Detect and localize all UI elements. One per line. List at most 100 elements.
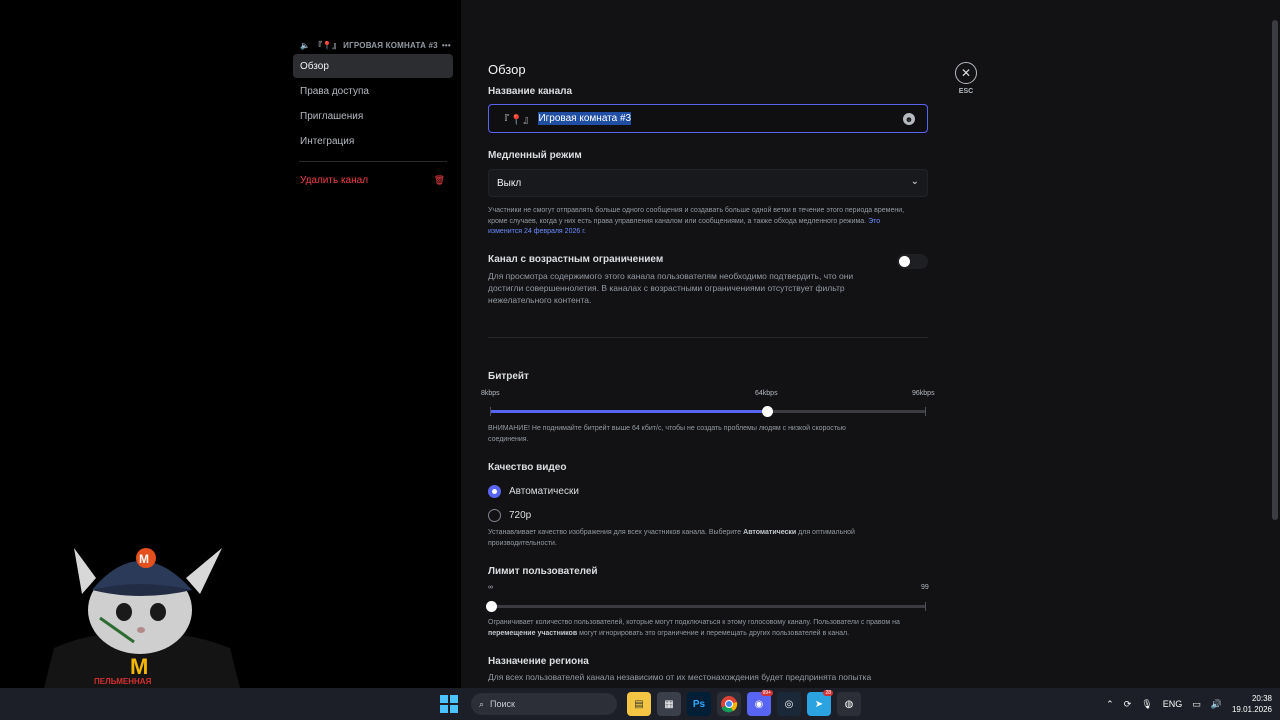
sidebar-item-label: Приглашения <box>300 110 364 122</box>
file-explorer-icon[interactable]: ▤ <box>627 692 651 716</box>
channel-name-value: Игровая комната #3 <box>538 112 632 125</box>
channel-name-label: Название канала <box>488 86 573 97</box>
chrome-logo <box>721 696 738 713</box>
user-limit-slider[interactable] <box>486 597 928 617</box>
channel-name-prefix: 『📍』 <box>499 115 535 126</box>
sidebar-item-invites[interactable]: Приглашения <box>293 104 453 128</box>
slowmode-help-text: Участники не смогут отправлять больше од… <box>488 207 905 225</box>
channel-name-input[interactable]: 『📍』 Игровая комната #3 ☻ <box>488 104 928 133</box>
volume-icon[interactable]: 🔊 <box>1211 699 1222 710</box>
clock[interactable]: 20:38 19.01.2026 <box>1232 693 1272 715</box>
sidebar-item-overview[interactable]: Обзор <box>293 54 453 78</box>
channel-header: 🔈 『📍』 ИГРОВАЯ КОМНАТА #3 ••• <box>300 40 453 50</box>
video-quality-auto-option[interactable]: Автоматически <box>488 485 579 498</box>
video-quality-label: Качество видео <box>488 462 567 473</box>
clock-date: 19.01.2026 <box>1231 705 1272 714</box>
bitrate-label: Битрейт <box>488 371 529 382</box>
search-icon: ⌕ <box>479 698 485 709</box>
mcdonalds-logo: M <box>130 654 148 679</box>
windows-taskbar: ⌕ Поиск ▤ ▦ Ps ◉ 99+ ◎ ➤ 28 ◍ ⌃ ⟳ 🎙 ENG ▭ … <box>0 688 1280 720</box>
video-quality-help: Устанавливает качество изображения для в… <box>488 528 898 549</box>
esc-label: ESC <box>958 88 974 95</box>
discord-window: — ☐ ✕ 🔈 『📍』 ИГРОВАЯ КОМНАТА #3 ••• Обзор… <box>0 0 1280 688</box>
chevron-up-icon[interactable]: ⌃ <box>1106 699 1114 710</box>
delete-channel-button[interactable]: Удалить канал 🗑 <box>293 168 453 192</box>
user-limit-help-bold: перемещение участников <box>488 629 578 637</box>
windows-icon <box>440 695 458 713</box>
slowmode-value: Выкл <box>497 177 522 189</box>
video-quality-720-label: 720p <box>509 510 532 521</box>
slider-tick-end <box>925 602 926 611</box>
cat-left-ear <box>74 548 96 594</box>
microphone-icon[interactable]: 🎙 <box>1141 699 1152 710</box>
cat-right-eye <box>150 603 166 621</box>
user-limit-help-tail: могут игнорировать это ограничение и пер… <box>577 629 850 637</box>
photoshop-icon[interactable]: Ps <box>687 692 711 716</box>
telegram-badge: 28 <box>823 690 833 696</box>
sidebar-item-permissions[interactable]: Права доступа <box>293 79 453 103</box>
bitrate-help: ВНИМАНИЕ! Не поднимайте битрейт выше 64 … <box>488 425 846 443</box>
toggle-knob <box>899 256 910 267</box>
bitrate-slider[interactable] <box>488 402 928 422</box>
discord-badge: 99+ <box>760 690 773 696</box>
channel-header-label: 『📍』 ИГРОВАЯ КОМНАТА #3 <box>314 40 438 50</box>
sidebar-item-integrations[interactable]: Интеграция <box>293 129 453 153</box>
language-indicator[interactable]: ENG <box>1163 699 1183 709</box>
slowmode-label: Медленный режим <box>488 150 582 161</box>
slider-fill <box>490 410 768 413</box>
more-icon: ••• <box>441 40 451 50</box>
radio-checked-icon <box>488 485 501 498</box>
chrome-icon[interactable] <box>717 692 741 716</box>
user-limit-max-label: 99 <box>921 584 929 591</box>
telegram-icon[interactable]: ➤ 28 <box>807 690 833 716</box>
cat-right-ear <box>186 548 222 594</box>
sidebar-item-label: Интеграция <box>300 135 355 147</box>
slowmode-select[interactable]: Выкл ⌄ <box>488 169 928 197</box>
network-icon[interactable]: ▭ <box>1192 699 1201 710</box>
cat-left-eye <box>116 603 132 621</box>
bitrate-min-label: 8kbps <box>481 390 500 397</box>
close-icon[interactable]: ✕ <box>955 62 977 84</box>
sync-icon[interactable]: ⟳ <box>1124 699 1132 710</box>
sidebar-divider <box>299 161 447 162</box>
discord-icon[interactable]: ◉ 99+ <box>747 690 773 716</box>
video-quality-auto-label: Автоматически <box>509 486 579 497</box>
user-limit-min-label: ∞ <box>488 584 493 591</box>
section-divider <box>488 337 928 338</box>
trash-icon: 🗑 <box>433 174 445 185</box>
slider-track <box>490 605 926 608</box>
cat-nose <box>137 627 145 633</box>
delete-channel-label: Удалить канал <box>300 174 369 186</box>
scrollbar[interactable] <box>1272 20 1278 520</box>
user-limit-help-text: Ограничивает количество пользователей, к… <box>488 619 900 626</box>
start-button[interactable] <box>437 692 461 716</box>
search-placeholder: Поиск <box>490 699 515 709</box>
radio-unchecked-icon <box>488 509 501 522</box>
region-label: Назначение региона <box>488 656 589 667</box>
store-icon[interactable]: ▦ <box>657 692 681 716</box>
age-restricted-desc: Для просмотра содержимого этого канала п… <box>488 271 854 305</box>
cap-logo-letter: M <box>139 552 149 566</box>
obs-icon[interactable]: ◍ <box>837 692 861 716</box>
emoji-picker-icon[interactable]: ☻ <box>903 113 915 125</box>
video-quality-help-bold: Автоматически <box>743 529 797 536</box>
cat-streamer-overlay: ПЕЛЬМЕННАЯ M M <box>44 548 240 688</box>
system-tray: ⌃ ⟳ 🎙 ENG ▭ 🔊 20:38 19.01.2026 <box>1106 688 1272 720</box>
clock-time: 20:38 <box>1251 694 1272 703</box>
age-restricted-toggle[interactable] <box>897 254 928 269</box>
slider-tick-start <box>490 407 491 416</box>
video-quality-720-option[interactable]: 720p <box>488 509 531 522</box>
slider-thumb[interactable] <box>486 601 497 612</box>
taskbar-search[interactable]: ⌕ Поиск <box>471 693 617 715</box>
chevron-down-icon: ⌄ <box>910 176 919 187</box>
slider-thumb[interactable] <box>762 406 774 417</box>
user-limit-help: Ограничивает количество пользователей, к… <box>488 618 908 639</box>
steam-icon[interactable]: ◎ <box>777 692 801 716</box>
close-settings[interactable]: ✕ ESC <box>955 62 977 95</box>
speaker-icon: 🔈 <box>300 40 311 50</box>
slowmode-help: Участники не смогут отправлять больше од… <box>488 206 908 238</box>
video-quality-help-text: Устанавливает качество изображения для в… <box>488 529 744 536</box>
page-title: Обзор <box>488 62 526 77</box>
sidebar-item-label: Права доступа <box>300 85 369 97</box>
bitrate-max-label: 96kbps <box>912 390 935 397</box>
